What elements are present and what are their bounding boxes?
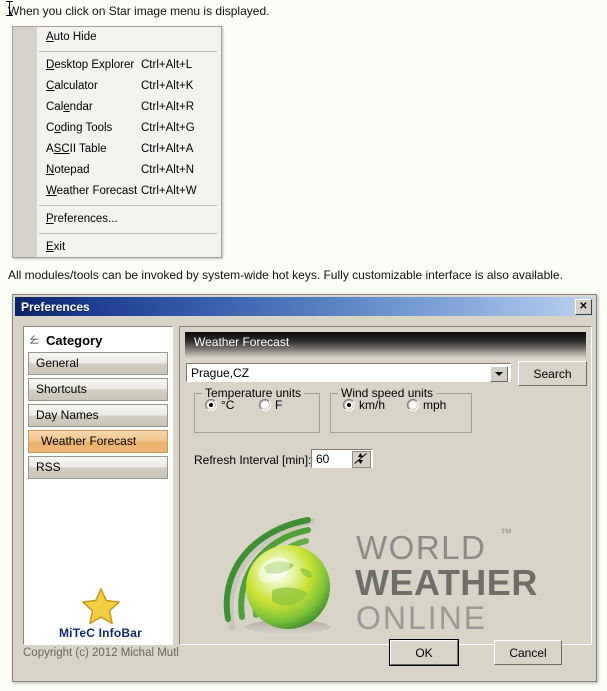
menu-item-calculator[interactable]: Calculator Ctrl+Alt+K (37, 76, 221, 97)
menu-item-exit[interactable]: Exit (37, 237, 221, 258)
menu-item-shortcut: Ctrl+Alt+K (141, 80, 194, 92)
menu-item-label: Coding Tools (46, 122, 113, 134)
brand-name: MiTeC InfoBar (58, 626, 143, 640)
wind-speed-radio-km-h[interactable]: km/h (343, 398, 385, 412)
close-icon[interactable]: ✕ (575, 299, 592, 315)
menu-item-label: Auto Hide (46, 31, 97, 43)
spinner-arrows-icon[interactable] (352, 451, 371, 468)
menu-item-label: Calculator (46, 80, 98, 92)
sidebar-item-label: Weather Forecast (41, 434, 137, 448)
radio-dot-icon (205, 399, 217, 411)
dialog-body: Category General Shortcuts Day Names Weathe… (15, 316, 594, 679)
menu-item-shortcut: Ctrl+Alt+G (141, 122, 195, 134)
star-icon (81, 588, 120, 625)
chevron-down-icon (31, 335, 41, 345)
temperature-units-group: Temperature units °C F (194, 386, 320, 433)
cancel-button[interactable]: Cancel (494, 640, 562, 665)
svg-text:WEATHER: WEATHER (355, 562, 538, 603)
menu-item-label: Preferences... (46, 213, 118, 225)
sidebar-item-rss[interactable]: RSS (28, 456, 168, 479)
menu-item-calendar[interactable]: Calendar Ctrl+Alt+R (37, 97, 221, 118)
category-list[interactable]: General Shortcuts Day Names Weather Forecas… (28, 352, 168, 482)
radio-label: km/h (359, 398, 386, 412)
menu-item-shortcut: Ctrl+Alt+R (141, 101, 195, 113)
sidebar-item-label: Day Names (36, 408, 99, 422)
menu-item-label: Notepad (46, 164, 90, 176)
menu-item-shortcut: Ctrl+Alt+A (141, 143, 194, 155)
menu-item-shortcut: Ctrl+Alt+L (141, 59, 193, 71)
panel-header-label: Weather Forecast (194, 335, 290, 349)
intro-caption-top: When you click on Star image menu is dis… (8, 4, 270, 18)
panel-header: Weather Forecast (185, 332, 586, 358)
world-weather-online-logo: WORLD ™ WEATHER ONLINE (223, 517, 538, 636)
refresh-interval-stepper[interactable]: 60 (311, 449, 373, 468)
svg-text:™: ™ (500, 526, 512, 540)
menu-item-shortcut: Ctrl+Alt+W (141, 185, 197, 197)
chevron-down-icon[interactable] (490, 366, 508, 382)
category-header[interactable]: Category (27, 330, 169, 350)
radio-label: °C (221, 398, 235, 412)
svg-text:ONLINE: ONLINE (356, 600, 487, 636)
weather-forecast-panel: Weather Forecast Prague,CZ Search Temper… (179, 326, 592, 645)
menu-item-shortcut: Ctrl+Alt+N (141, 164, 195, 176)
svg-text:WORLD: WORLD (356, 529, 486, 566)
spinner-glyph (354, 453, 367, 464)
menu-item-list[interactable]: Auto Hide Desktop Explorer Ctrl+Alt+L Calcu… (37, 27, 221, 257)
category-sidebar[interactable]: Category General Shortcuts Day Names Weathe… (23, 326, 173, 645)
sidebar-item-general[interactable]: General (28, 352, 168, 375)
radio-dot-icon (407, 399, 419, 411)
menu-item-coding-tools[interactable]: Coding Tools Ctrl+Alt+G (37, 118, 221, 139)
location-combobox[interactable]: Prague,CZ (186, 363, 511, 382)
dialog-titlebar[interactable]: Preferences ✕ (15, 297, 594, 316)
radio-dot-icon (259, 399, 271, 411)
sidebar-item-weather-forecast[interactable]: Weather Forecast (28, 430, 168, 453)
temperature-radio--c[interactable]: °C (205, 398, 234, 412)
menu-item-label: ASCII Table (46, 143, 107, 155)
preferences-dialog[interactable]: Preferences ✕ Category General Shortcuts D… (12, 294, 597, 682)
menu-item-preferences[interactable]: Preferences... (37, 209, 221, 230)
location-value: Prague,CZ (191, 366, 250, 380)
wind-speed-units-group: Wind speed units km/h mph (330, 386, 472, 433)
brand-block: MiTeC InfoBar (33, 587, 168, 640)
refresh-interval-value: 60 (316, 452, 330, 466)
menu-item-desktop-explorer[interactable]: Desktop Explorer Ctrl+Alt+L (37, 55, 221, 76)
menu-separator (39, 233, 217, 234)
radio-label: F (275, 398, 283, 412)
refresh-interval-label: Refresh Interval [min]: (194, 453, 312, 467)
category-header-label: Category (46, 332, 103, 348)
arrow-down-glyph (495, 372, 503, 376)
menu-item-label: Exit (46, 241, 66, 253)
radio-dot-icon (343, 399, 355, 411)
menu-item-label: Calendar (46, 101, 93, 113)
ok-button[interactable]: OK (389, 639, 459, 666)
menu-separator (39, 51, 217, 52)
menu-item-label: Weather Forecast (46, 185, 138, 197)
menu-separator (39, 205, 217, 206)
sidebar-item-label: RSS (36, 460, 61, 474)
temperature-radio-f[interactable]: F (259, 398, 282, 412)
wind-speed-radio-mph[interactable]: mph (407, 398, 446, 412)
sidebar-item-label: General (36, 356, 79, 370)
text-cursor-icon (6, 1, 13, 16)
menu-item-label: Desktop Explorer (46, 59, 135, 71)
dialog-title: Preferences (21, 299, 90, 314)
radio-label: mph (423, 398, 447, 412)
sidebar-item-label: Shortcuts (36, 382, 87, 396)
menu-item-notepad[interactable]: Notepad Ctrl+Alt+N (37, 160, 221, 181)
star-popup-menu[interactable]: Auto Hide Desktop Explorer Ctrl+Alt+L Calcu… (12, 26, 222, 258)
menu-gutter-strip (13, 27, 37, 257)
menu-item-auto-hide[interactable]: Auto Hide (37, 27, 221, 48)
copyright-text: Copyright (c) 2012 Michal Mutl (23, 647, 179, 659)
menu-item-ascii-table[interactable]: ASCII Table Ctrl+Alt+A (37, 139, 221, 160)
menu-item-weather-forecast[interactable]: Weather Forecast Ctrl+Alt+W (37, 181, 221, 202)
intro-caption-bottom: All modules/tools can be invoked by syst… (8, 268, 563, 282)
search-button[interactable]: Search (518, 361, 587, 386)
sidebar-item-day-names[interactable]: Day Names (28, 404, 168, 427)
sidebar-item-shortcuts[interactable]: Shortcuts (28, 378, 168, 401)
